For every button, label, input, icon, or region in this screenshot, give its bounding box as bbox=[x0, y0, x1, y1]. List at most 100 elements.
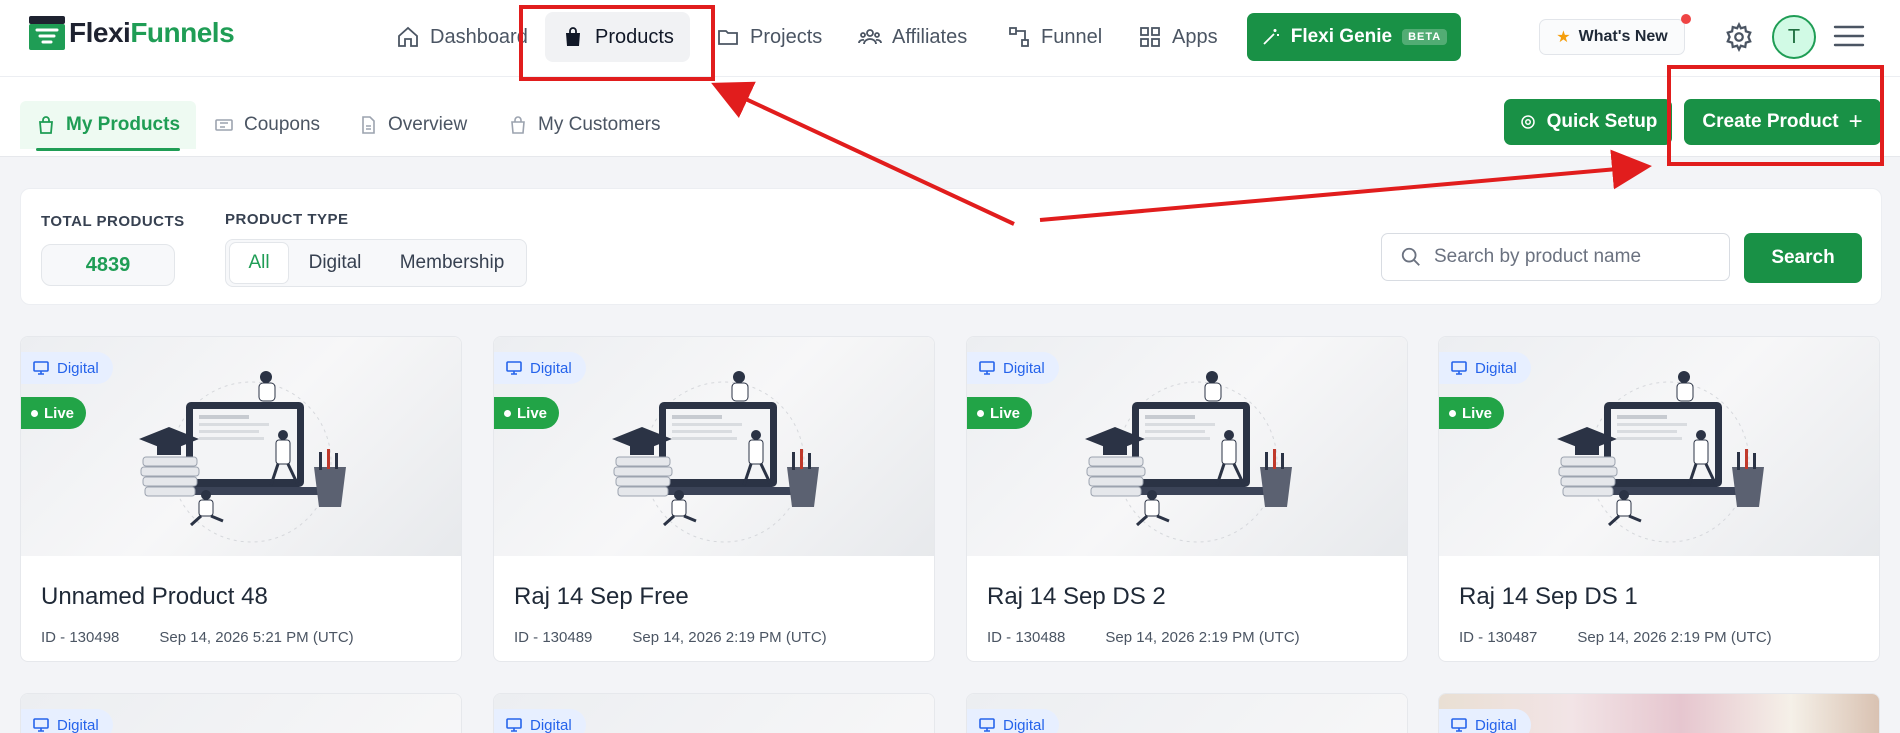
user-avatar[interactable]: T bbox=[1772, 15, 1816, 59]
nav-projects[interactable]: Projects bbox=[700, 12, 838, 62]
create-product-button[interactable]: Create Product + bbox=[1684, 99, 1881, 145]
live-status-text: Live bbox=[517, 404, 548, 422]
status-dot bbox=[1449, 409, 1456, 417]
product-illustration bbox=[139, 371, 346, 543]
total-products-label: TOTAL PRODUCTS bbox=[41, 213, 185, 230]
product-id: ID - 130498 bbox=[41, 629, 120, 646]
logo-icon bbox=[29, 16, 65, 50]
product-type-badge: Digital bbox=[1439, 709, 1531, 733]
search-icon bbox=[1401, 247, 1420, 266]
settings-gear-icon bbox=[1520, 115, 1535, 129]
product-type-text: Digital bbox=[57, 716, 99, 733]
product-card[interactable]: Digital bbox=[20, 693, 462, 733]
search-input[interactable]: Search by product name bbox=[1381, 233, 1730, 281]
beta-badge: BETA bbox=[1402, 29, 1448, 45]
product-card[interactable]: Digital Live Raj 14 Sep DS 1 ID - 130487… bbox=[1438, 336, 1880, 662]
shopping-bag-icon bbox=[511, 116, 525, 134]
live-status-text: Live bbox=[44, 404, 75, 422]
product-card[interactable]: Digital bbox=[493, 693, 935, 733]
product-date: Sep 14, 2026 2:19 PM (UTC) bbox=[1577, 629, 1772, 646]
product-date: Sep 14, 2026 5:21 PM (UTC) bbox=[159, 629, 354, 646]
product-type-label: PRODUCT TYPE bbox=[225, 211, 349, 228]
whats-new-label: What's New bbox=[1578, 28, 1668, 45]
settings-gear-icon[interactable] bbox=[1724, 22, 1754, 52]
product-type-badge: Digital bbox=[494, 352, 586, 384]
flexi-genie-label: Flexi Genie bbox=[1290, 26, 1393, 47]
nav-funnel[interactable]: Funnel bbox=[991, 12, 1118, 62]
product-type-badge: Digital bbox=[494, 709, 586, 733]
monitor-icon bbox=[1451, 361, 1467, 375]
product-meta: ID - 130487 Sep 14, 2026 2:19 PM (UTC) bbox=[1459, 629, 1772, 646]
product-card[interactable]: Digital Live Raj 14 Sep Free ID - 130489… bbox=[493, 336, 935, 662]
product-id: ID - 130488 bbox=[987, 629, 1066, 646]
product-card[interactable]: Digital bbox=[966, 693, 1408, 733]
live-status-text: Live bbox=[990, 404, 1021, 422]
folder-icon bbox=[718, 30, 738, 45]
nav-dashboard-label: Dashboard bbox=[430, 25, 528, 48]
search-button[interactable]: Search bbox=[1744, 233, 1862, 283]
magic-wand-icon bbox=[1263, 29, 1279, 45]
monitor-icon bbox=[506, 718, 522, 732]
monitor-icon bbox=[979, 718, 995, 732]
live-status-badge: Live bbox=[1439, 397, 1505, 429]
product-id: ID - 130489 bbox=[514, 629, 593, 646]
nav-apps-label: Apps bbox=[1172, 25, 1218, 48]
product-card[interactable]: Digital Live Unnamed Product 48 ID - 130… bbox=[20, 336, 462, 662]
product-meta: ID - 130488 Sep 14, 2026 2:19 PM (UTC) bbox=[987, 629, 1300, 646]
product-title[interactable]: Raj 14 Sep DS 2 bbox=[987, 583, 1166, 611]
type-all-option[interactable]: All bbox=[229, 242, 289, 284]
flexi-genie-button[interactable]: Flexi Genie BETA bbox=[1247, 13, 1461, 61]
live-status-text: Live bbox=[1462, 404, 1493, 422]
type-membership-option[interactable]: Membership bbox=[381, 242, 523, 284]
tab-coupons[interactable]: Coupons bbox=[198, 101, 336, 149]
menu-icon[interactable] bbox=[1833, 24, 1865, 48]
nav-apps[interactable]: Apps bbox=[1122, 12, 1234, 62]
quick-setup-button[interactable]: Quick Setup bbox=[1504, 99, 1672, 145]
star-icon: ★ bbox=[1556, 29, 1571, 46]
nav-affiliates[interactable]: Affiliates bbox=[842, 12, 983, 62]
nav-dashboard[interactable]: Dashboard bbox=[380, 12, 544, 62]
monitor-icon bbox=[33, 361, 49, 375]
total-products-count: 4839 bbox=[41, 244, 175, 286]
monitor-icon bbox=[979, 361, 995, 375]
tab-overview[interactable]: Overview bbox=[342, 101, 483, 149]
product-illustration bbox=[612, 371, 819, 543]
product-type-text: Digital bbox=[1003, 716, 1045, 733]
status-dot bbox=[504, 409, 511, 417]
product-meta: ID - 130489 Sep 14, 2026 2:19 PM (UTC) bbox=[514, 629, 827, 646]
product-card[interactable]: Digital Live Raj 14 Sep DS 2 ID - 130488… bbox=[966, 336, 1408, 662]
live-status-badge: Live bbox=[967, 397, 1033, 429]
product-id: ID - 130487 bbox=[1459, 629, 1538, 646]
products-subnav: My Products Coupons Overview My Customer… bbox=[0, 77, 1900, 157]
product-type-text: Digital bbox=[57, 359, 99, 377]
product-date: Sep 14, 2026 2:19 PM (UTC) bbox=[1105, 629, 1300, 646]
monitor-icon bbox=[1451, 718, 1467, 732]
product-type-toggle: All Digital Membership bbox=[225, 239, 527, 287]
shopping-bag-icon bbox=[39, 116, 53, 134]
type-digital-option[interactable]: Digital bbox=[289, 242, 381, 284]
product-card[interactable]: Digital bbox=[1438, 693, 1880, 733]
product-illustration bbox=[1085, 371, 1292, 543]
nav-funnel-label: Funnel bbox=[1041, 25, 1103, 48]
status-dot bbox=[31, 409, 38, 417]
whats-new-button[interactable]: ★ What's New bbox=[1539, 14, 1691, 55]
live-status-badge: Live bbox=[494, 397, 560, 429]
product-type-badge: Digital bbox=[967, 709, 1059, 733]
product-title[interactable]: Raj 14 Sep Free bbox=[514, 583, 689, 611]
product-title[interactable]: Raj 14 Sep DS 1 bbox=[1459, 583, 1638, 611]
product-type-badge: Digital bbox=[1439, 352, 1531, 384]
nav-products[interactable]: Products bbox=[545, 12, 690, 62]
users-icon bbox=[858, 29, 882, 45]
quick-setup-label: Quick Setup bbox=[1546, 111, 1658, 132]
product-title[interactable]: Unnamed Product 48 bbox=[41, 583, 268, 611]
search-placeholder: Search by product name bbox=[1434, 246, 1642, 267]
tab-my-products[interactable]: My Products bbox=[20, 101, 197, 151]
tab-my-customers[interactable]: My Customers bbox=[492, 101, 676, 149]
product-illustration bbox=[1557, 371, 1764, 543]
nav-projects-label: Projects bbox=[750, 25, 823, 48]
logo[interactable]: FlexiFunnels bbox=[29, 16, 235, 50]
home-icon bbox=[398, 26, 418, 47]
status-dot bbox=[977, 409, 984, 417]
top-navbar: FlexiFunnels Dashboard Products Projects… bbox=[0, 0, 1900, 77]
product-type-text: Digital bbox=[530, 716, 572, 733]
